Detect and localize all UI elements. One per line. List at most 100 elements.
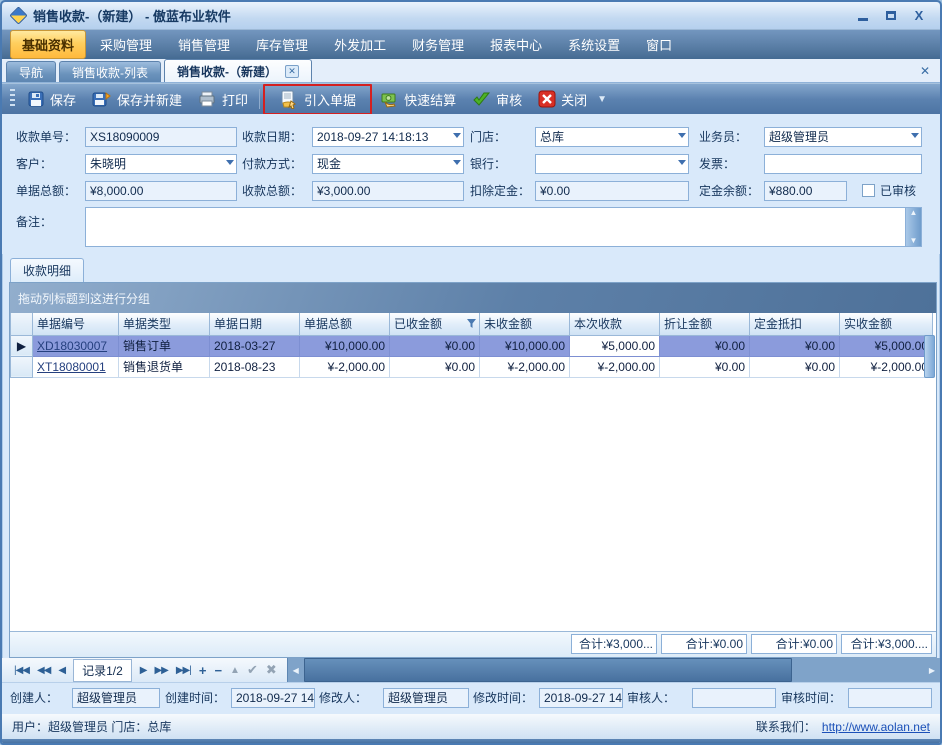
store-combobox[interactable]: 总库	[535, 127, 689, 147]
nav-first-button[interactable]: |◀◀	[10, 665, 33, 676]
chevron-down-icon	[911, 133, 919, 138]
menu-item-settings[interactable]: 系统设置	[556, 30, 632, 59]
auditor-field	[692, 688, 776, 708]
auditor-label: 审核人：	[627, 688, 675, 708]
nav-prev-page-button[interactable]: ◀◀	[33, 665, 54, 676]
bank-label: 银行：	[470, 154, 506, 174]
tab-close-icon[interactable]: ✕	[285, 65, 299, 78]
col-doc-date[interactable]: 单据日期	[210, 313, 300, 335]
tab-navigation[interactable]: 导航	[6, 61, 56, 82]
pay-method-combobox[interactable]: 现金	[312, 154, 464, 174]
menu-item-outsourcing[interactable]: 外发加工	[322, 30, 398, 59]
receipt-no-field: XS18090009	[85, 127, 237, 147]
remark-textarea[interactable]: ▲▼	[85, 207, 922, 247]
close-doc-button[interactable]: 关闭	[530, 87, 595, 112]
deduct-deposit-field: ¥0.00	[535, 181, 689, 201]
toolbar-separator	[259, 89, 260, 109]
doc-no-link[interactable]: XD18030007	[37, 339, 107, 353]
col-doc-no[interactable]: 单据编号	[33, 313, 119, 335]
hscroll-thumb[interactable]	[304, 658, 792, 682]
customer-combobox[interactable]: 朱晓明	[85, 154, 237, 174]
nav-prev-button[interactable]: ◀	[54, 665, 69, 676]
window-title: 销售收款-（新建） - 傲蓝布业软件	[33, 6, 231, 25]
import-doc-button[interactable]: 引入单据	[271, 87, 364, 112]
nav-cancel-button[interactable]: ✖	[262, 662, 281, 678]
maximize-button[interactable]	[882, 8, 900, 24]
nav-append-button[interactable]: +	[195, 663, 211, 678]
toolbar-grip	[10, 89, 15, 109]
document-tab-strip: 导航 销售收款-列表 销售收款-（新建） ✕ ✕	[2, 59, 940, 83]
quick-settle-button[interactable]: 快速结算	[372, 87, 464, 112]
menu-bar: 基础资料 采购管理 销售管理 库存管理 外发加工 财务管理 报表中心 系统设置 …	[2, 29, 940, 59]
col-discount[interactable]: 折让金额	[660, 313, 750, 335]
menu-item-sales[interactable]: 销售管理	[166, 30, 242, 59]
audited-checkbox[interactable]	[862, 184, 875, 197]
modifier-label: 修改人：	[319, 688, 367, 708]
tab-receipt-detail[interactable]: 收款明细	[10, 258, 84, 283]
menu-item-window[interactable]: 窗口	[634, 30, 684, 59]
bank-combobox[interactable]	[535, 154, 689, 174]
col-unreceived[interactable]: 未收金额	[480, 313, 570, 335]
audit-button[interactable]: 审核	[464, 87, 530, 112]
modify-time-label: 修改时间：	[473, 688, 533, 708]
col-actual[interactable]: 实收金额	[840, 313, 933, 335]
remark-scrollbar[interactable]: ▲▼	[905, 208, 921, 246]
scroll-right-icon[interactable]: ▶	[924, 658, 940, 682]
filter-icon[interactable]	[467, 319, 476, 328]
this-receipt-edit-cell[interactable]: ¥5,000.00	[570, 335, 660, 356]
status-bar: 用户：超级管理员 门店：总库 联系我们： http://www.aolan.ne…	[2, 714, 940, 745]
tab-receipt-list[interactable]: 销售收款-列表	[59, 61, 161, 82]
total-this-receipt: 合计:¥3,000...	[571, 634, 657, 654]
receipt-header-form: 收款单号： XS18090009 收款日期： 2018-09-27 14:18:…	[2, 114, 940, 254]
nav-next-page-button[interactable]: ▶▶	[150, 665, 171, 676]
receipt-date-combobox[interactable]: 2018-09-27 14:18:13	[312, 127, 464, 147]
window-bottom-frame	[2, 739, 940, 745]
tabstrip-close-icon[interactable]: ✕	[920, 64, 930, 78]
total-discount: 合计:¥0.00	[661, 634, 747, 654]
menu-item-inventory[interactable]: 库存管理	[244, 30, 320, 59]
save-and-new-button[interactable]: 保存并新建	[84, 87, 190, 112]
audit-time-field	[848, 688, 932, 708]
nav-edit-button[interactable]: ▲	[226, 665, 243, 676]
table-row[interactable]: XT18080001 销售退货单 2018-08-23 ¥-2,000.00 ¥…	[11, 356, 933, 377]
grid-group-panel[interactable]: 拖动列标题到这进行分组	[10, 283, 936, 313]
col-this-receipt[interactable]: 本次收款	[570, 313, 660, 335]
col-doc-total[interactable]: 单据总额	[300, 313, 390, 335]
close-window-button[interactable]: X	[910, 8, 928, 24]
invoice-field[interactable]	[764, 154, 922, 174]
creator-label: 创建人：	[10, 688, 58, 708]
col-received[interactable]: 已收金额	[390, 313, 480, 335]
quick-settle-icon	[380, 90, 399, 108]
title-bar: 销售收款-（新建） - 傲蓝布业软件 X	[2, 2, 940, 29]
record-indicator: 记录1/2	[73, 659, 132, 682]
modifier-field: 超级管理员	[383, 688, 469, 708]
nav-post-button[interactable]: ✔	[243, 662, 262, 678]
grid-vertical-scrollbar[interactable]	[924, 335, 935, 378]
save-button[interactable]: 保存	[19, 87, 84, 112]
col-doc-type[interactable]: 单据类型	[119, 313, 210, 335]
nav-next-button[interactable]: ▶	[136, 665, 151, 676]
nav-delete-button[interactable]: −	[210, 663, 226, 678]
nav-last-button[interactable]: ▶▶|	[172, 665, 195, 676]
menu-item-purchase[interactable]: 采购管理	[88, 30, 164, 59]
website-link[interactable]: http://www.aolan.net	[822, 720, 930, 734]
doc-total-field: ¥8,000.00	[85, 181, 237, 201]
tab-receipt-new[interactable]: 销售收款-（新建） ✕	[164, 59, 312, 82]
salesman-combobox[interactable]: 超级管理员	[764, 127, 922, 147]
print-button[interactable]: 打印	[190, 87, 256, 112]
receipt-no-label: 收款单号：	[16, 127, 76, 147]
creator-field: 超级管理员	[72, 688, 160, 708]
scroll-up-icon: ▲	[910, 208, 918, 218]
contact-label: 联系我们：	[756, 718, 816, 735]
col-deposit-offset[interactable]: 定金抵扣	[750, 313, 840, 335]
table-row[interactable]: ▶ XD18030007 销售订单 2018-03-27 ¥10,000.00 …	[11, 335, 933, 356]
menu-item-basic-data[interactable]: 基础资料	[10, 30, 86, 59]
menu-item-reports[interactable]: 报表中心	[478, 30, 554, 59]
menu-item-finance[interactable]: 财务管理	[400, 30, 476, 59]
import-doc-highlight: 引入单据	[263, 84, 372, 115]
grid-horizontal-scrollbar[interactable]: ◀ ▶	[287, 658, 940, 682]
doc-no-link[interactable]: XT18080001	[37, 360, 106, 374]
toolbar-overflow-icon[interactable]: ▼	[597, 94, 607, 105]
minimize-button[interactable]	[854, 8, 872, 24]
scroll-left-icon[interactable]: ◀	[288, 658, 304, 682]
